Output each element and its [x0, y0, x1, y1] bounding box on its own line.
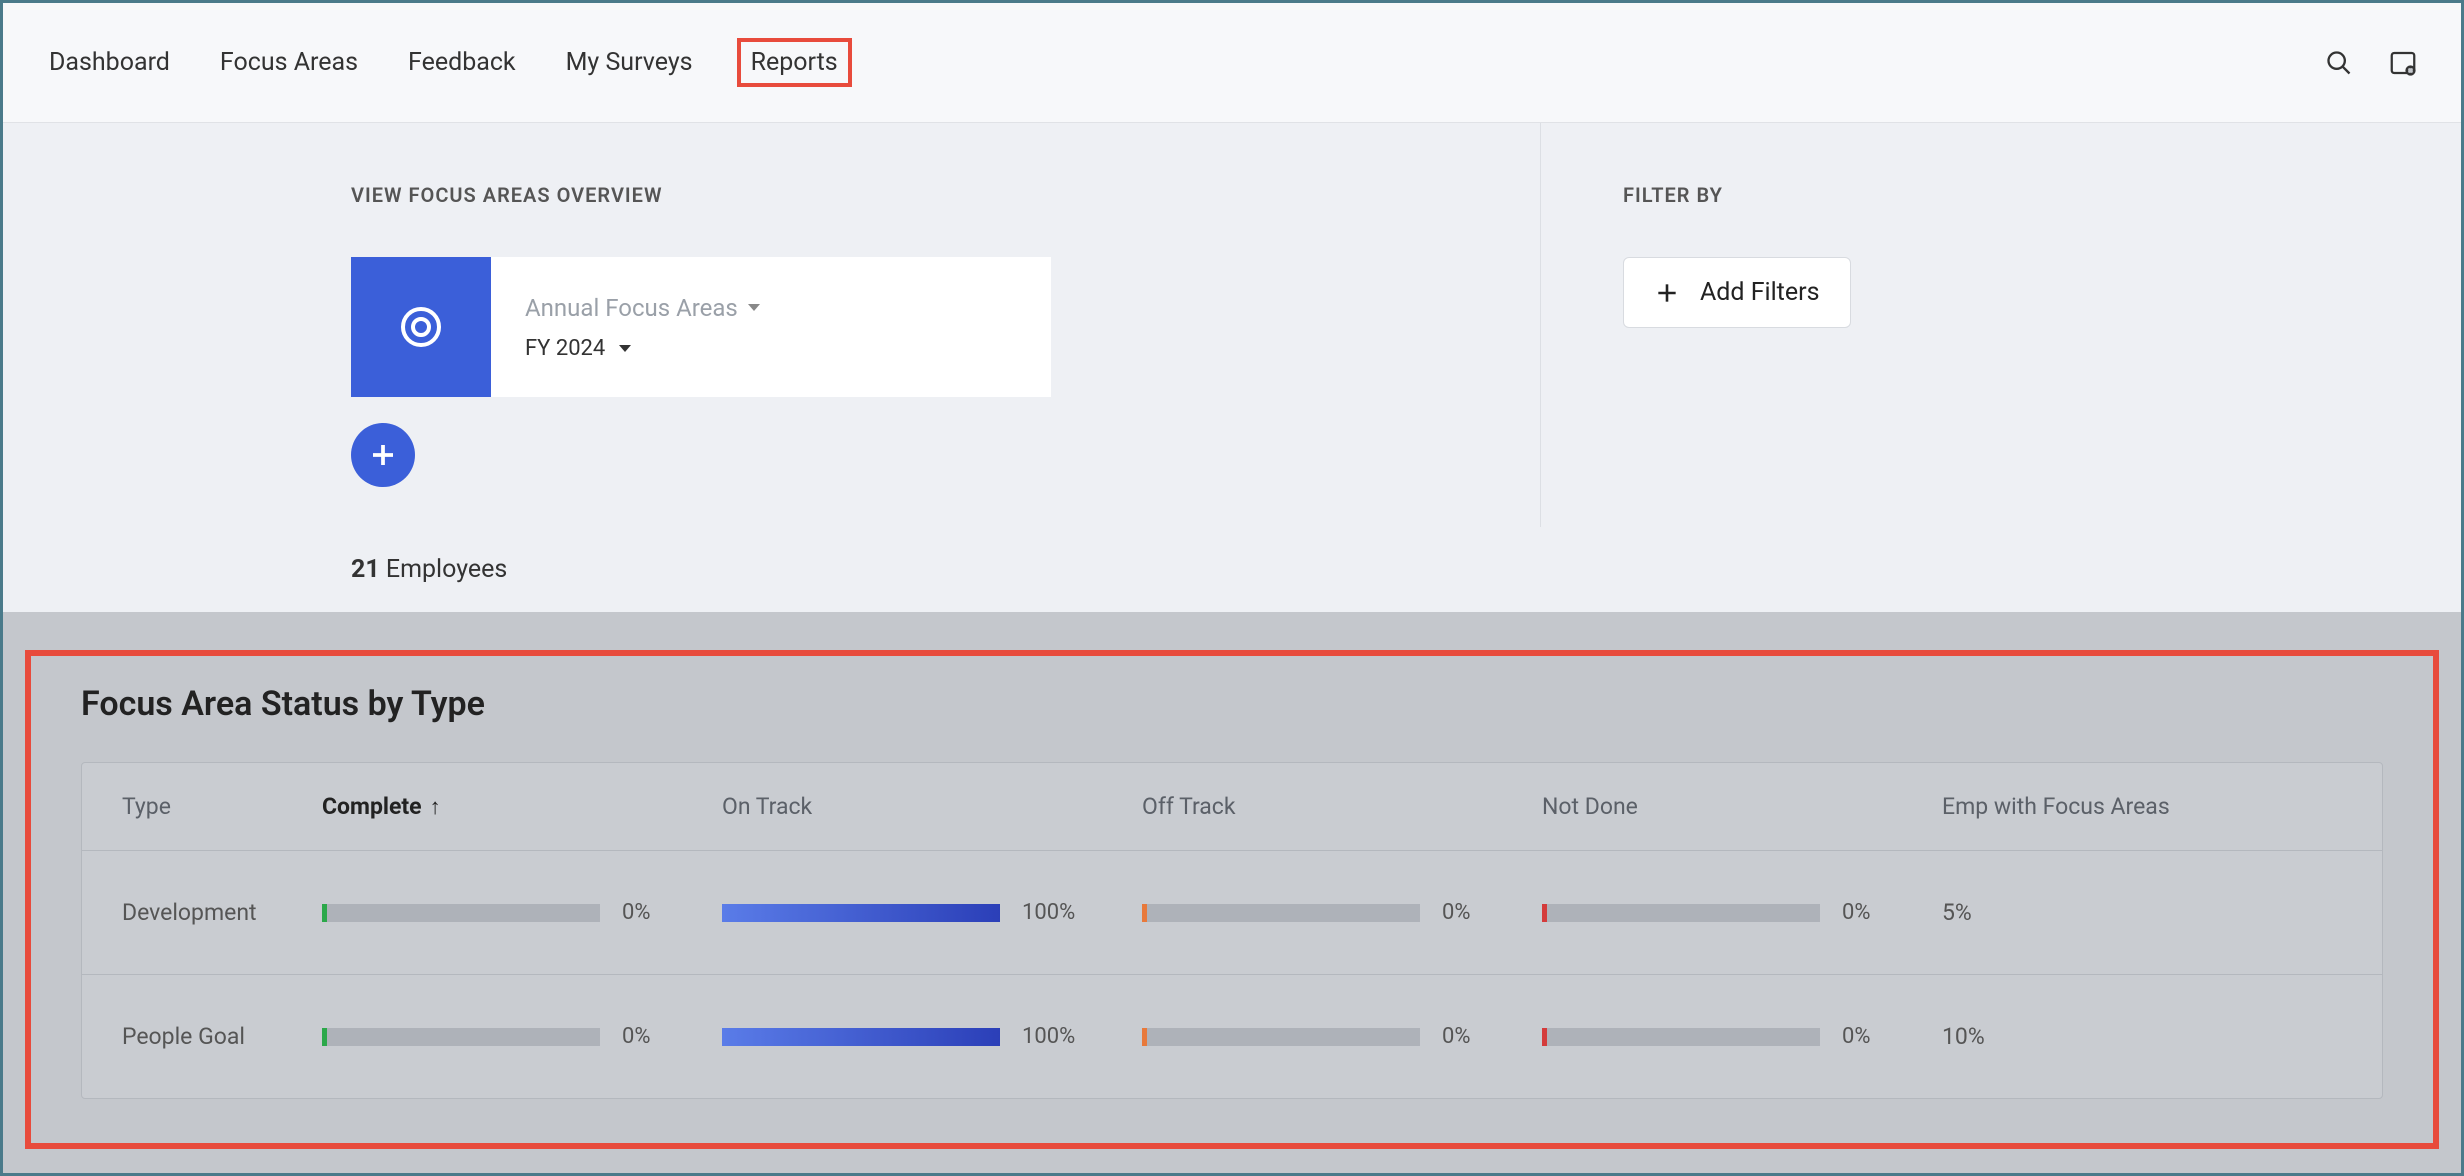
table-row: Development 0% 100% 0% 0% 5% [82, 851, 2382, 975]
bar-percent: 0% [622, 1024, 682, 1049]
chart-table: Type Complete ↑ On Track Off Track Not D… [81, 762, 2383, 1099]
nav-dashboard[interactable]: Dashboard [43, 40, 176, 85]
target-icon-tile [351, 257, 491, 397]
bar-percent: 0% [1842, 900, 1902, 925]
annual-focus-dropdown[interactable]: Annual Focus Areas [525, 294, 1017, 322]
bar-fill [1542, 904, 1547, 922]
employee-count-strip: 21 Employees [3, 527, 2461, 612]
bar-fill [322, 1028, 327, 1046]
bar-track [722, 904, 1000, 922]
bar-percent: 0% [622, 900, 682, 925]
nav-my-surveys[interactable]: My Surveys [560, 40, 699, 85]
chevron-down-icon [619, 345, 631, 352]
row-emp-pct: 10% [1942, 1023, 2202, 1050]
nav-right [2321, 45, 2421, 81]
bar-cell: 0% [322, 900, 722, 925]
bar-cell: 0% [1142, 1024, 1542, 1049]
nav-focus-areas[interactable]: Focus Areas [214, 40, 364, 85]
add-filters-button[interactable]: Add Filters [1623, 257, 1851, 328]
filter-panel: FILTER BY Add Filters [1541, 123, 2461, 527]
bar-percent: 0% [1442, 900, 1502, 925]
row-type: Development [122, 899, 322, 926]
annual-focus-label: Annual Focus Areas [525, 294, 738, 322]
sort-arrow-up-icon: ↑ [430, 794, 441, 820]
col-off-track[interactable]: Off Track [1142, 793, 1542, 820]
bar-cell: 100% [722, 900, 1142, 925]
bar-fill [322, 904, 327, 922]
filter-label: FILTER BY [1623, 183, 2461, 207]
chart-title: Focus Area Status by Type [81, 684, 2383, 724]
bar-percent: 0% [1442, 1024, 1502, 1049]
employee-count: 21 [351, 555, 380, 584]
bar-track [1542, 904, 1820, 922]
bar-percent: 0% [1842, 1024, 1902, 1049]
search-icon[interactable] [2321, 45, 2357, 81]
bar-track [1142, 904, 1420, 922]
table-row: People Goal 0% 100% 0% 0% 10% [82, 975, 2382, 1098]
bar-track [1542, 1028, 1820, 1046]
overview-label: VIEW FOCUS AREAS OVERVIEW [351, 183, 1540, 207]
main-panels: VIEW FOCUS AREAS OVERVIEW Annual Focus A… [3, 123, 2461, 527]
bar-fill [1542, 1028, 1547, 1046]
overview-white-card: Annual Focus Areas FY 2024 [491, 257, 1051, 397]
bar-track [1142, 1028, 1420, 1046]
add-fab[interactable] [351, 423, 415, 487]
col-complete[interactable]: Complete ↑ [322, 793, 722, 820]
overview-card: Annual Focus Areas FY 2024 [351, 257, 1540, 397]
col-type[interactable]: Type [122, 793, 322, 820]
settings-panel-icon[interactable] [2385, 45, 2421, 81]
fy-label: FY 2024 [525, 336, 605, 361]
bar-cell: 0% [1142, 900, 1542, 925]
bar-fill [1142, 904, 1147, 922]
overview-panel: VIEW FOCUS AREAS OVERVIEW Annual Focus A… [3, 123, 1541, 527]
plus-icon [368, 440, 398, 470]
top-nav: Dashboard Focus Areas Feedback My Survey… [3, 3, 2461, 123]
bar-fill [1142, 1028, 1147, 1046]
bar-percent: 100% [1022, 900, 1082, 925]
bar-percent: 100% [1022, 1024, 1082, 1049]
bar-fill [722, 904, 1000, 922]
col-complete-label: Complete [322, 793, 422, 820]
chart-section: Focus Area Status by Type Type Complete … [3, 612, 2461, 1173]
col-on-track[interactable]: On Track [722, 793, 1142, 820]
add-filters-label: Add Filters [1700, 278, 1820, 307]
nav-reports[interactable]: Reports [737, 38, 852, 87]
row-emp-pct: 5% [1942, 899, 2202, 926]
bar-cell: 0% [1542, 1024, 1942, 1049]
col-not-done[interactable]: Not Done [1542, 793, 1942, 820]
bar-track [322, 904, 600, 922]
employee-count-label: Employees [386, 555, 507, 584]
bar-fill [722, 1028, 1000, 1046]
nav-items: Dashboard Focus Areas Feedback My Survey… [43, 38, 852, 87]
bar-cell: 100% [722, 1024, 1142, 1049]
bar-cell: 0% [1542, 900, 1942, 925]
bar-track [322, 1028, 600, 1046]
fy-dropdown[interactable]: FY 2024 [525, 336, 1017, 361]
col-emp-focus[interactable]: Emp with Focus Areas [1942, 793, 2202, 820]
bar-cell: 0% [322, 1024, 722, 1049]
bar-track [722, 1028, 1000, 1046]
target-icon [397, 303, 445, 351]
nav-feedback[interactable]: Feedback [402, 40, 522, 85]
chart-highlight-box: Focus Area Status by Type Type Complete … [25, 650, 2439, 1149]
row-type: People Goal [122, 1023, 322, 1050]
plus-icon [1654, 280, 1680, 306]
chart-header-row: Type Complete ↑ On Track Off Track Not D… [82, 763, 2382, 851]
chevron-down-icon [748, 304, 760, 311]
